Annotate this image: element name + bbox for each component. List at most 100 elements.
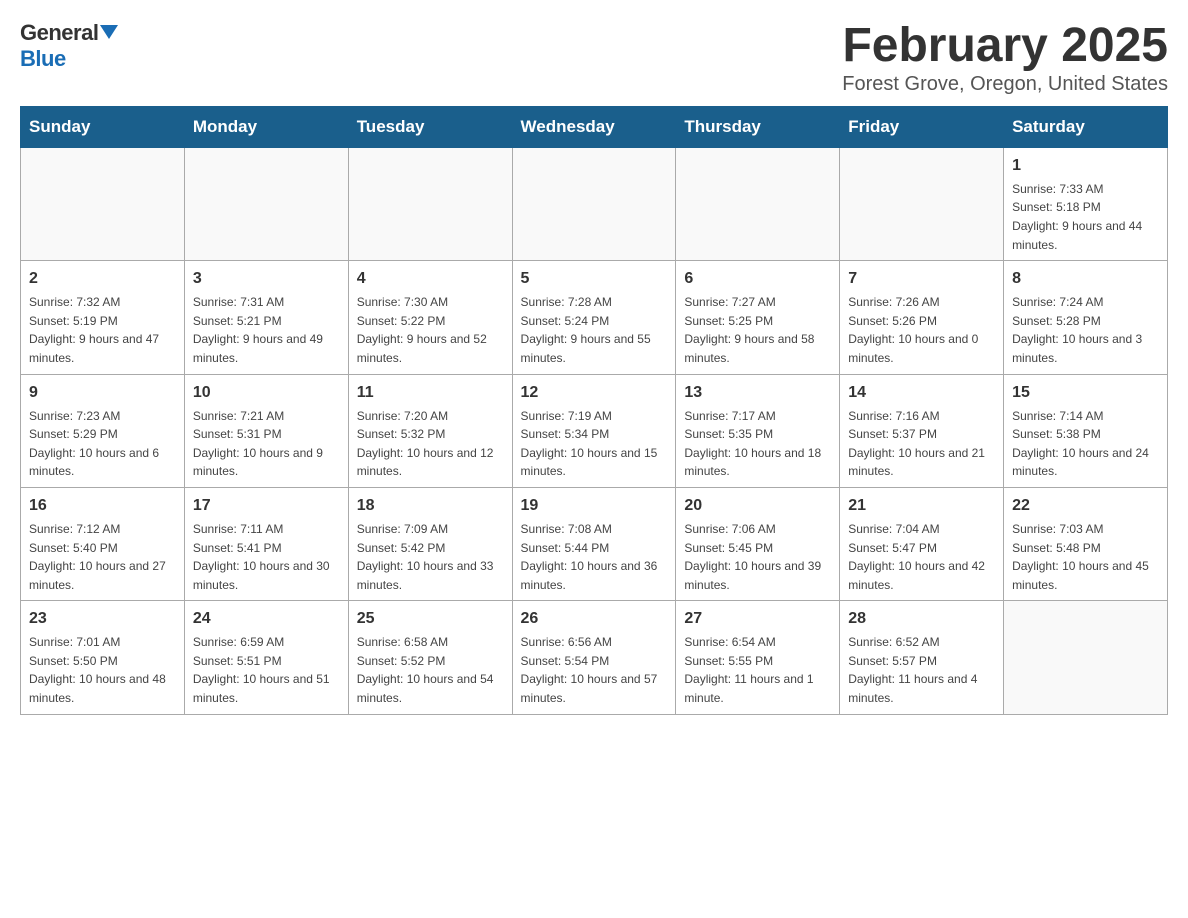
calendar-day [348,147,512,260]
day-number: 23 [29,607,176,631]
day-number: 26 [521,607,668,631]
calendar-day: 24Sunrise: 6:59 AMSunset: 5:51 PMDayligh… [184,601,348,714]
day-info: Sunrise: 7:08 AMSunset: 5:44 PMDaylight:… [521,520,668,594]
logo-general-text: General [20,20,98,46]
day-info: Sunrise: 7:12 AMSunset: 5:40 PMDaylight:… [29,520,176,594]
day-info: Sunrise: 7:04 AMSunset: 5:47 PMDaylight:… [848,520,995,594]
day-info: Sunrise: 7:28 AMSunset: 5:24 PMDaylight:… [521,293,668,367]
day-info: Sunrise: 7:31 AMSunset: 5:21 PMDaylight:… [193,293,340,367]
weekday-header-row: SundayMondayTuesdayWednesdayThursdayFrid… [21,106,1168,147]
day-info: Sunrise: 7:20 AMSunset: 5:32 PMDaylight:… [357,407,504,481]
day-number: 22 [1012,494,1159,518]
day-number: 15 [1012,381,1159,405]
day-number: 2 [29,267,176,291]
calendar-day: 1Sunrise: 7:33 AMSunset: 5:18 PMDaylight… [1004,147,1168,260]
calendar-day: 13Sunrise: 7:17 AMSunset: 5:35 PMDayligh… [676,374,840,487]
day-number: 16 [29,494,176,518]
day-info: Sunrise: 7:01 AMSunset: 5:50 PMDaylight:… [29,633,176,707]
calendar-week-row: 9Sunrise: 7:23 AMSunset: 5:29 PMDaylight… [21,374,1168,487]
calendar-day: 20Sunrise: 7:06 AMSunset: 5:45 PMDayligh… [676,487,840,600]
day-number: 11 [357,381,504,405]
day-number: 3 [193,267,340,291]
day-number: 14 [848,381,995,405]
day-info: Sunrise: 7:30 AMSunset: 5:22 PMDaylight:… [357,293,504,367]
location-text: Forest Grove, Oregon, United States [842,73,1168,96]
calendar-day: 15Sunrise: 7:14 AMSunset: 5:38 PMDayligh… [1004,374,1168,487]
day-info: Sunrise: 7:11 AMSunset: 5:41 PMDaylight:… [193,520,340,594]
day-info: Sunrise: 6:58 AMSunset: 5:52 PMDaylight:… [357,633,504,707]
weekday-header-monday: Monday [184,106,348,147]
weekday-header-wednesday: Wednesday [512,106,676,147]
calendar-week-row: 1Sunrise: 7:33 AMSunset: 5:18 PMDaylight… [21,147,1168,260]
day-info: Sunrise: 7:17 AMSunset: 5:35 PMDaylight:… [684,407,831,481]
logo-blue-text: Blue [20,46,66,72]
calendar-day: 8Sunrise: 7:24 AMSunset: 5:28 PMDaylight… [1004,261,1168,374]
day-number: 18 [357,494,504,518]
day-info: Sunrise: 7:26 AMSunset: 5:26 PMDaylight:… [848,293,995,367]
day-info: Sunrise: 7:21 AMSunset: 5:31 PMDaylight:… [193,407,340,481]
calendar-day: 25Sunrise: 6:58 AMSunset: 5:52 PMDayligh… [348,601,512,714]
day-info: Sunrise: 7:14 AMSunset: 5:38 PMDaylight:… [1012,407,1159,481]
calendar-day: 4Sunrise: 7:30 AMSunset: 5:22 PMDaylight… [348,261,512,374]
day-info: Sunrise: 7:33 AMSunset: 5:18 PMDaylight:… [1012,180,1159,254]
calendar-header: SundayMondayTuesdayWednesdayThursdayFrid… [21,106,1168,147]
calendar-day [184,147,348,260]
day-number: 25 [357,607,504,631]
calendar-week-row: 16Sunrise: 7:12 AMSunset: 5:40 PMDayligh… [21,487,1168,600]
day-number: 20 [684,494,831,518]
title-block: February 2025 Forest Grove, Oregon, Unit… [842,20,1168,96]
calendar-day: 28Sunrise: 6:52 AMSunset: 5:57 PMDayligh… [840,601,1004,714]
calendar-week-row: 2Sunrise: 7:32 AMSunset: 5:19 PMDaylight… [21,261,1168,374]
day-number: 21 [848,494,995,518]
weekday-header-thursday: Thursday [676,106,840,147]
day-info: Sunrise: 7:32 AMSunset: 5:19 PMDaylight:… [29,293,176,367]
day-number: 19 [521,494,668,518]
day-number: 9 [29,381,176,405]
calendar-day: 3Sunrise: 7:31 AMSunset: 5:21 PMDaylight… [184,261,348,374]
calendar-day: 23Sunrise: 7:01 AMSunset: 5:50 PMDayligh… [21,601,185,714]
day-number: 17 [193,494,340,518]
calendar-day [512,147,676,260]
day-number: 1 [1012,154,1159,178]
day-number: 10 [193,381,340,405]
day-number: 24 [193,607,340,631]
day-number: 13 [684,381,831,405]
logo-triangle-icon [100,25,118,39]
day-info: Sunrise: 7:19 AMSunset: 5:34 PMDaylight:… [521,407,668,481]
calendar-day: 12Sunrise: 7:19 AMSunset: 5:34 PMDayligh… [512,374,676,487]
calendar-table: SundayMondayTuesdayWednesdayThursdayFrid… [20,106,1168,715]
day-number: 28 [848,607,995,631]
day-number: 5 [521,267,668,291]
page-header: General Blue February 2025 Forest Grove,… [20,20,1168,96]
calendar-day: 17Sunrise: 7:11 AMSunset: 5:41 PMDayligh… [184,487,348,600]
day-info: Sunrise: 6:56 AMSunset: 5:54 PMDaylight:… [521,633,668,707]
calendar-day: 7Sunrise: 7:26 AMSunset: 5:26 PMDaylight… [840,261,1004,374]
calendar-day: 10Sunrise: 7:21 AMSunset: 5:31 PMDayligh… [184,374,348,487]
calendar-day: 5Sunrise: 7:28 AMSunset: 5:24 PMDaylight… [512,261,676,374]
calendar-week-row: 23Sunrise: 7:01 AMSunset: 5:50 PMDayligh… [21,601,1168,714]
calendar-day: 18Sunrise: 7:09 AMSunset: 5:42 PMDayligh… [348,487,512,600]
logo: General Blue [20,20,118,72]
calendar-day: 2Sunrise: 7:32 AMSunset: 5:19 PMDaylight… [21,261,185,374]
weekday-header-sunday: Sunday [21,106,185,147]
calendar-day: 6Sunrise: 7:27 AMSunset: 5:25 PMDaylight… [676,261,840,374]
weekday-header-friday: Friday [840,106,1004,147]
calendar-day: 21Sunrise: 7:04 AMSunset: 5:47 PMDayligh… [840,487,1004,600]
day-number: 7 [848,267,995,291]
day-info: Sunrise: 7:09 AMSunset: 5:42 PMDaylight:… [357,520,504,594]
calendar-day [21,147,185,260]
calendar-day: 16Sunrise: 7:12 AMSunset: 5:40 PMDayligh… [21,487,185,600]
calendar-body: 1Sunrise: 7:33 AMSunset: 5:18 PMDaylight… [21,147,1168,714]
calendar-day: 19Sunrise: 7:08 AMSunset: 5:44 PMDayligh… [512,487,676,600]
day-number: 4 [357,267,504,291]
day-number: 27 [684,607,831,631]
day-info: Sunrise: 7:03 AMSunset: 5:48 PMDaylight:… [1012,520,1159,594]
calendar-day: 27Sunrise: 6:54 AMSunset: 5:55 PMDayligh… [676,601,840,714]
day-info: Sunrise: 7:27 AMSunset: 5:25 PMDaylight:… [684,293,831,367]
weekday-header-saturday: Saturday [1004,106,1168,147]
calendar-day: 26Sunrise: 6:56 AMSunset: 5:54 PMDayligh… [512,601,676,714]
day-info: Sunrise: 7:23 AMSunset: 5:29 PMDaylight:… [29,407,176,481]
day-info: Sunrise: 6:52 AMSunset: 5:57 PMDaylight:… [848,633,995,707]
calendar-day: 14Sunrise: 7:16 AMSunset: 5:37 PMDayligh… [840,374,1004,487]
day-info: Sunrise: 6:59 AMSunset: 5:51 PMDaylight:… [193,633,340,707]
